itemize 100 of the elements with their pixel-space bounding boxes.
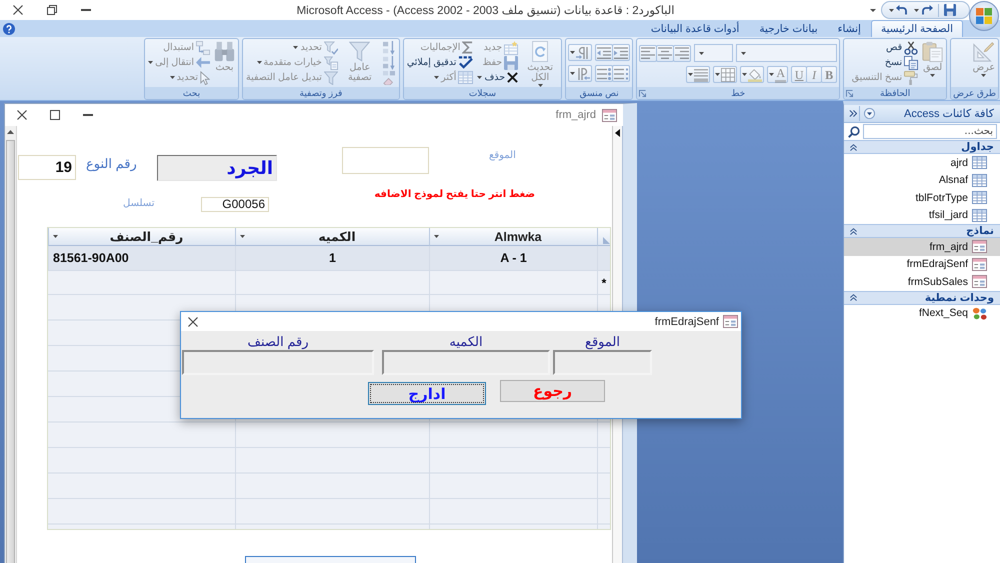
nav-item[interactable]: Alsnaf [844,172,1000,189]
field-label: الموقع [584,333,621,350]
caret-icon [769,73,774,76]
field-label: تسلسل [123,198,156,209]
nav-item[interactable]: ajrd [844,154,1000,172]
caret-icon [870,8,876,12]
caret-icon [742,73,748,76]
copy-icon [904,56,918,70]
caret-icon [930,74,936,77]
form-icon [972,240,987,254]
record-selector[interactable]: * [597,271,610,295]
caret-icon [434,235,439,238]
ribbon-tab[interactable]: إنشاء [828,20,871,37]
group-title: خط [730,87,746,99]
ribbon-tab[interactable]: الصفحة الرئيسية [870,20,963,37]
text-field[interactable] [182,350,374,375]
caret-icon [699,52,704,54]
replace-icon [196,40,210,54]
nav-item[interactable]: tfsil_jard [844,206,1000,224]
search-field[interactable]: بحث... [863,124,997,139]
table-icon [972,156,987,170]
ribbon-tab[interactable]: أدوات قاعدة البيانات [640,20,750,37]
table-icon [972,191,987,204]
sort-descending-icon [382,56,395,70]
text-field[interactable]: 19 [18,155,76,180]
caret-icon [434,76,440,79]
text-field[interactable]: G00056 [201,197,269,212]
sum-icon [462,41,474,54]
form-icon [723,315,738,328]
text-field[interactable] [382,350,550,375]
help-button[interactable] [3,22,15,34]
delete-button[interactable]: حذف [476,70,520,85]
paragraph-left-to-right-icon [576,46,590,58]
curved-arrow-left-icon [896,5,908,15]
nav-group-header[interactable]: وحدات نمطية [844,290,1000,304]
paint-bucket-icon [748,68,762,82]
caret-icon [688,73,694,76]
refresh-icon [530,41,551,62]
dialog-launcher-icon[interactable] [846,90,853,96]
caret-icon [981,74,986,77]
scissors-icon [904,40,918,54]
increase-indent-icon [614,46,628,58]
nav-item[interactable]: frm_ajrd [844,238,1000,256]
spelling-button[interactable]: تدقيق إملائي [406,55,474,70]
search-button[interactable] [848,126,860,138]
office-button[interactable] [969,1,999,31]
dialog-title: frmEdrajSenf [654,316,719,328]
dialog-button[interactable]: ادارج [368,382,486,405]
caret-icon [170,76,175,79]
up-arrow-icon [7,130,14,134]
squares-logo-icon [976,8,992,24]
group-title: نص منسق [578,87,620,99]
cut-button[interactable]: قص [850,40,920,55]
text-field[interactable]: الجرد [157,155,277,181]
form-title: frm_ajrd [556,109,596,121]
dialog-launcher-icon[interactable] [638,90,646,96]
table-cell: 1 [235,246,429,271]
scrollbar-thumb[interactable] [6,140,15,563]
nav-group-header[interactable]: نماذج [844,224,1000,238]
pane-menu-button[interactable] [859,106,877,121]
column-header[interactable]: الكميه [235,228,429,246]
advanced-filter-icon [324,56,338,70]
bullet-list-icon [597,68,612,80]
circle-caret-icon [864,108,875,119]
paragraph-right-to-left-icon [576,68,590,80]
column-header[interactable]: Almwka [429,228,597,246]
ribbon-tab[interactable]: بيانات خارجية [749,20,828,37]
close-icon [188,316,198,326]
double-chevron-up-icon [850,228,857,234]
caret-icon [148,61,154,64]
select-all-button[interactable] [597,228,610,246]
nav-item[interactable]: fNext_Seq [844,304,1000,322]
double-chevron-icon [849,110,857,117]
dots-cluster-icon [972,306,987,320]
table-cell: 81561-90A00 [48,246,235,271]
double-chevron-up-icon [850,144,857,150]
column-header[interactable]: رقم_الصنف [48,228,235,246]
nav-item[interactable]: frmSubSales [844,273,1000,290]
line-color-icon [694,68,708,82]
text-field[interactable] [553,350,652,375]
binoculars-icon [214,41,235,62]
double-chevron-up-icon [850,294,857,301]
ruler-pencil-icon [973,41,994,62]
table-icon [972,174,987,187]
field-label: رقم الصنف [246,333,310,350]
align-left-icon [641,47,656,59]
new-record-icon [504,40,518,54]
nav-group-header[interactable]: جداول [844,140,1000,154]
save-button[interactable] [943,2,957,18]
nav-item[interactable]: tblFotrType [844,189,1000,206]
group-title: طرق عرض [952,87,997,99]
clipboard-icon [922,41,944,62]
caret-icon [570,51,576,54]
caret-icon [715,73,720,76]
copy-button[interactable]: نسخ [850,55,920,70]
close-icon [13,5,23,15]
color-bar-icon [775,80,786,82]
nav-item[interactable]: frmEdrajSenf [844,256,1000,273]
left-arrow-icon [196,57,210,68]
vertical-scrollbar[interactable] [5,126,17,563]
